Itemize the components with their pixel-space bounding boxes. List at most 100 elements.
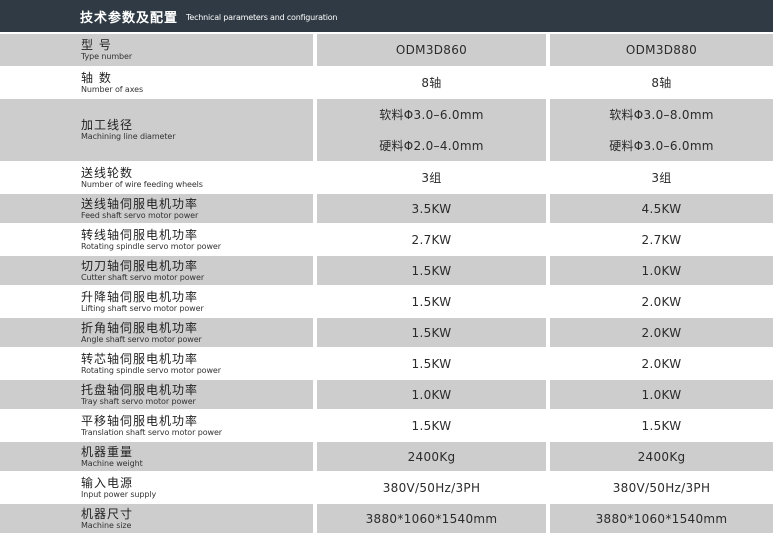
spec-value-text: 1.5KW [411,325,452,340]
spec-label: 平移轴伺服电机功率 Translation shaft servo motor p… [0,411,313,440]
spec-value-text: ODM3D880 [625,43,698,57]
table-row: 送线轴伺服电机功率 Feed shaft servo motor power 3.5… [0,194,773,223]
spec-value-text: 2.7KW [641,232,682,247]
spec-label-zh: 切刀轴伺服电机功率 [81,258,199,273]
spec-value-odm3d880: 4.5KW [550,194,773,223]
table-row: 折角轴伺服电机功率 Angle shaft servo motor power 1.… [0,318,773,347]
spec-value-odm3d860: 3组 [317,163,546,192]
spec-value-text: 8轴 [421,75,442,90]
spec-value-odm3d860: 软料Φ3.0–6.0mm 硬料Φ2.0–4.0mm [317,99,546,161]
spec-label-en: Tray shaft servo motor power [81,396,196,406]
spec-value-text: 3组 [421,170,442,185]
spec-label: 加工线径 Machining line diameter [0,99,313,161]
spec-label-zh: 升降轴伺服电机功率 [81,289,199,304]
spec-label-en: Translation shaft servo motor power [81,427,222,437]
spec-value-text: 380V/50Hz/3PH [382,480,481,495]
spec-value-text: 1.0KW [641,387,682,402]
spec-value-text: 380V/50Hz/3PH [612,480,711,495]
table-row: 输入电源 Input power supply 380V/50Hz/3PH 380V/… [0,473,773,502]
spec-label: 托盘轴伺服电机功率 Tray shaft servo motor power [0,380,313,409]
spec-value-text: 硬料Φ2.0–4.0mm [379,138,484,153]
spec-label-zh: 送线轴伺服电机功率 [81,196,199,211]
spec-value-odm3d860: ODM3D860 [317,34,546,66]
spec-label-zh: 加工线径 [81,118,134,132]
spec-value-text: 软料Φ3.0–6.0mm [379,107,484,122]
spec-value-odm3d860: 1.5KW [317,256,546,285]
spec-value-odm3d880: 1.0KW [550,380,773,409]
spec-value-text: 2.0KW [641,325,682,340]
spec-value-text: 3组 [651,170,672,185]
spec-value-odm3d860: 1.0KW [317,380,546,409]
spec-label-en: Cutter shaft servo motor power [81,272,205,282]
spec-label: 输入电源 Input power supply [0,473,313,502]
spec-label-en: Rotating spindle servo motor power [81,241,221,251]
spec-value-odm3d860: 2400Kg [317,442,546,471]
spec-label-en: Machine weight [81,458,143,468]
spec-label: 送线轮数 Number of wire feeding wheels [0,163,313,192]
spec-value-text: 3.5KW [411,201,452,216]
spec-value-text: 软料Φ3.0–8.0mm [609,107,714,122]
header-bar: 技术参数及配置 Technical parameters and configu… [0,0,773,32]
spec-label: 型 号 Type number [0,34,313,66]
spec-label-zh: 送线轮数 [81,165,134,180]
spec-label-zh: 平移轴伺服电机功率 [81,413,199,428]
spec-label: 轴 数 Number of axes [0,68,313,97]
table-row: 机器重量 Machine weight 2400Kg 2400Kg [0,442,773,471]
spec-label-en: Number of axes [81,84,144,94]
spec-label-zh: 转芯轴伺服电机功率 [81,351,199,366]
spec-label-zh: 机器尺寸 [81,506,134,521]
spec-label-en: Machining line diameter [81,132,176,141]
spec-value-odm3d860: 380V/50Hz/3PH [317,473,546,502]
table-row: 切刀轴伺服电机功率 Cutter shaft servo motor power 1… [0,256,773,285]
spec-label: 转芯轴伺服电机功率 Rotating spindle servo motor po… [0,349,313,378]
spec-label-en: Number of wire feeding wheels [81,179,203,189]
spec-label-zh: 机器重量 [81,444,134,459]
table-row: 托盘轴伺服电机功率 Tray shaft servo motor power 1.0… [0,380,773,409]
spec-value-odm3d860: 1.5KW [317,411,546,440]
spec-label-zh: 型 号 [81,38,112,52]
spec-label-zh: 轴 数 [81,70,112,85]
spec-value-odm3d860: 1.5KW [317,318,546,347]
spec-value-odm3d860: 3.5KW [317,194,546,223]
header-title-en: Technical parameters and configuration [186,12,338,22]
table-row: 升降轴伺服电机功率 Lifting shaft servo motor power… [0,287,773,316]
spec-label-en: Rotating spindle servo motor power [81,365,221,375]
spec-label-en: Input power supply [81,489,157,499]
spec-value-text: ODM3D860 [395,43,468,57]
spec-label-en: Machine size [81,520,132,530]
spec-value-text: 2.0KW [641,294,682,309]
spec-value-odm3d880: ODM3D880 [550,34,773,66]
spec-value-odm3d880: 2.0KW [550,318,773,347]
table-row: 转线轴伺服电机功率 Rotating spindle servo motor po… [0,225,773,254]
spec-value-odm3d880: 3880*1060*1540mm [550,504,773,533]
spec-label-zh: 折角轴伺服电机功率 [81,320,199,335]
spec-value-odm3d860: 1.5KW [317,349,546,378]
spec-value-text: 3880*1060*1540mm [595,511,728,526]
table-row: 型 号 Type number ODM3D860 ODM3D880 [0,34,773,66]
spec-value-text: 1.5KW [641,418,682,433]
spec-value-text: 2.0KW [641,356,682,371]
table-row: 机器尺寸 Machine size 3880*1060*1540mm 3880*106… [0,504,773,533]
spec-label: 机器尺寸 Machine size [0,504,313,533]
spec-value-odm3d880: 1.5KW [550,411,773,440]
spec-label: 切刀轴伺服电机功率 Cutter shaft servo motor power [0,256,313,285]
spec-value-odm3d860: 8轴 [317,68,546,97]
spec-label-en: Type number [81,52,133,61]
spec-label: 送线轴伺服电机功率 Feed shaft servo motor power [0,194,313,223]
spec-value-odm3d860: 3880*1060*1540mm [317,504,546,533]
spec-value-text: 1.5KW [411,294,452,309]
table-row: 平移轴伺服电机功率 Translation shaft servo motor p… [0,411,773,440]
spec-value-text: 8轴 [651,75,672,90]
spec-value-text: 1.5KW [411,356,452,371]
spec-label: 折角轴伺服电机功率 Angle shaft servo motor power [0,318,313,347]
table-row: 轴 数 Number of axes 8轴 8轴 [0,68,773,97]
spec-label-en: Feed shaft servo motor power [81,210,199,220]
table-row: 送线轮数 Number of wire feeding wheels 3组 3组 [0,163,773,192]
spec-value-text: 2400Kg [637,449,686,464]
spec-value-text: 硬料Φ3.0–6.0mm [609,138,714,153]
spec-label-zh: 输入电源 [81,475,134,490]
spec-value-odm3d880: 2.7KW [550,225,773,254]
spec-value-odm3d860: 2.7KW [317,225,546,254]
table-row: 转芯轴伺服电机功率 Rotating spindle servo motor po… [0,349,773,378]
spec-value-odm3d860: 1.5KW [317,287,546,316]
